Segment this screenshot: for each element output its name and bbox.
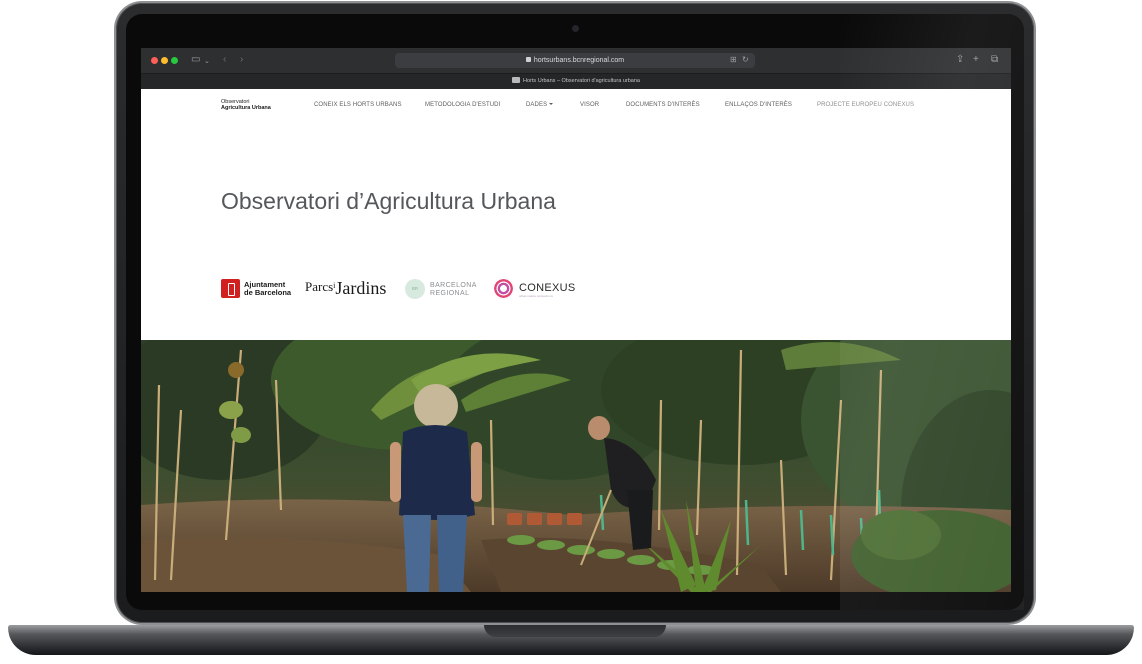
ajuntament-logo-icon <box>221 279 240 298</box>
browser-toolbar: ▭ ⌄ ‹ › ▤ hortsurbans.bcnregional.com ⊞ … <box>141 48 1011 73</box>
minimize-window-button[interactable] <box>161 57 168 64</box>
partner-logos: Ajuntament de Barcelona ParcsiJardins BR… <box>221 278 621 302</box>
nav-visor[interactable]: VISOR <box>580 102 599 108</box>
nav-coneix[interactable]: CONEIX ELS HORTS URBANS <box>314 102 402 108</box>
bcr-line1: BARCELONA <box>430 282 477 289</box>
sidebar-toggle-icon[interactable]: ▭ <box>191 54 200 66</box>
conexus-logo[interactable]: CONEXUS <box>519 282 576 294</box>
nav-projecte-conexus[interactable]: PROJECTE EUROPEU CONEXUS <box>817 102 914 108</box>
back-icon[interactable]: ‹ <box>223 54 226 66</box>
nav-documents[interactable]: DOCUMENTS D'INTERÈS <box>626 102 700 108</box>
reload-icon[interactable]: ↻ <box>742 54 749 66</box>
page-title: Observatori d’Agricultura Urbana <box>221 188 556 214</box>
tab-overview-icon[interactable]: ⧉ <box>991 54 998 66</box>
nav-dades[interactable]: DADES <box>526 102 554 108</box>
parcs-c: Jardins <box>335 278 387 298</box>
forward-icon[interactable]: › <box>240 54 243 66</box>
url-text: hortsurbans.bcnregional.com <box>533 57 625 64</box>
chevron-down-icon[interactable]: ⌄ <box>204 56 210 68</box>
laptop-notch <box>484 625 666 637</box>
nav-metodologia[interactable]: METODOLOGIA D'ESTUDI <box>425 102 500 108</box>
barcelona-regional-logo-icon: BR <box>405 279 425 299</box>
ajuntament-line2: de Barcelona <box>244 288 292 297</box>
logo-line2: Agricultura Urbana <box>221 105 271 111</box>
share-icon[interactable]: ⇪ <box>956 54 964 66</box>
zoom-window-button[interactable] <box>171 57 178 64</box>
tab-active[interactable]: Horts Urbans – Observatori d'agricultura… <box>141 77 1011 86</box>
lock-icon <box>525 57 531 62</box>
conexus-logo-icon <box>493 278 514 299</box>
address-bar[interactable]: hortsurbans.bcnregional.com <box>395 53 755 68</box>
caret-down-icon <box>549 103 554 105</box>
parcs-a: Parcs <box>305 279 334 294</box>
camera-icon <box>572 25 579 32</box>
parcs-jardins-logo[interactable]: ParcsiJardins <box>305 278 386 299</box>
nav-enllacos[interactable]: ENLLAÇOS D'INTERÈS <box>725 102 792 108</box>
bcr-mark: BR <box>411 286 419 291</box>
tab-bar: Horts Urbans – Observatori d'agricultura… <box>141 73 1011 89</box>
web-page: Observatori Agricultura Urbana CONEIX EL… <box>141 89 1011 592</box>
garden-photo-svg <box>141 340 1011 592</box>
nav-dades-label: DADES <box>526 102 548 108</box>
tab-title-text: Horts Urbans – Observatori d'agricultura… <box>523 78 640 84</box>
favicon-icon <box>512 77 521 83</box>
site-logo[interactable]: Observatori Agricultura Urbana <box>221 99 271 111</box>
barcelona-regional-logo[interactable]: BARCELONA REGIONAL <box>430 282 477 298</box>
conexus-tagline: urban nature connects us <box>519 294 553 298</box>
close-window-button[interactable] <box>151 57 158 64</box>
ajuntament-logo[interactable]: Ajuntament de Barcelona <box>244 281 291 297</box>
translate-icon[interactable]: ⊞ <box>730 54 737 66</box>
bcr-line2: REGIONAL <box>430 290 470 297</box>
browser-window: ▭ ⌄ ‹ › ▤ hortsurbans.bcnregional.com ⊞ … <box>141 48 1011 592</box>
new-tab-icon[interactable]: + <box>973 54 979 66</box>
hero-photo-urban-garden <box>141 340 1011 592</box>
